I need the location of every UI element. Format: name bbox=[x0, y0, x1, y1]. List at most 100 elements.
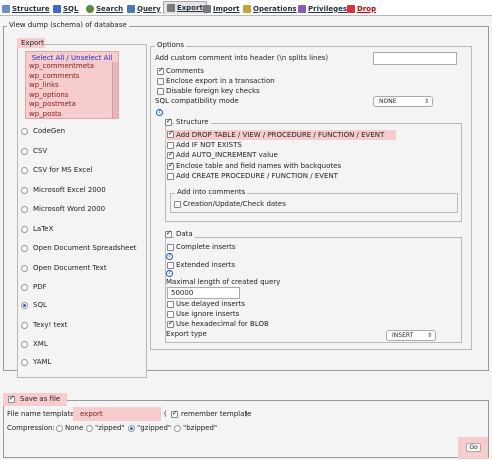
format-radio-odt[interactable] bbox=[21, 265, 28, 272]
complete-inserts-label: Complete inserts bbox=[176, 243, 236, 251]
list-item[interactable]: wp_commentmeta bbox=[26, 62, 118, 72]
format-radio-yaml[interactable] bbox=[21, 359, 28, 366]
max-length-label: Maximal length of created query bbox=[166, 278, 281, 286]
compat-select[interactable]: NONE ⇕ bbox=[373, 96, 433, 107]
paren-open: ( bbox=[164, 410, 167, 418]
transaction-checkbox[interactable] bbox=[157, 78, 164, 85]
list-scrollbar[interactable] bbox=[112, 62, 118, 118]
delayed-inserts-label: Use delayed inserts bbox=[176, 300, 246, 308]
format-radio-ods[interactable] bbox=[21, 245, 28, 252]
format-label: Open Document Spreadsheet bbox=[33, 244, 137, 252]
format-label: PDF bbox=[33, 283, 47, 291]
filename-template-label: File name template bbox=[7, 410, 75, 418]
delayed-inserts-checkbox[interactable] bbox=[167, 301, 174, 308]
custom-comment-input[interactable] bbox=[373, 52, 457, 65]
fk-checks-checkbox[interactable] bbox=[157, 88, 164, 95]
go-button[interactable]: Go bbox=[466, 443, 481, 452]
tab-sql[interactable]: SQL bbox=[53, 2, 78, 15]
data-checkbox[interactable] bbox=[165, 229, 172, 238]
tab-drop[interactable]: Drop bbox=[347, 2, 376, 15]
format-radio-sql[interactable] bbox=[21, 302, 28, 309]
format-label: CodeGen bbox=[33, 127, 66, 135]
backquotes-label: Enclose table and field names with backq… bbox=[176, 162, 342, 170]
tab-export[interactable]: Export bbox=[163, 1, 207, 14]
auto-increment-checkbox[interactable] bbox=[167, 150, 174, 159]
compression-label: Compression: bbox=[7, 424, 55, 432]
info-icon[interactable]: ? bbox=[156, 109, 163, 116]
format-radio-pdf[interactable] bbox=[21, 284, 28, 291]
info-icon[interactable]: ? bbox=[166, 253, 173, 260]
compression-radio-none[interactable] bbox=[56, 425, 63, 432]
compression-radio-gzipped[interactable] bbox=[128, 425, 135, 432]
structure-checkbox[interactable] bbox=[165, 117, 172, 126]
format-radio-word2000[interactable] bbox=[21, 206, 28, 213]
tab-search[interactable]: Search bbox=[86, 2, 123, 15]
select-all-link[interactable]: Select All / Unselect All bbox=[26, 54, 118, 62]
options-legend: Options bbox=[155, 41, 187, 49]
format-label: Microsoft Excel 2000 bbox=[33, 186, 106, 194]
add-drop-checkbox[interactable] bbox=[167, 129, 174, 138]
transaction-label: Enclose export in a transaction bbox=[166, 77, 275, 85]
tab-operations[interactable]: Operations bbox=[243, 2, 297, 15]
format-radio-latex[interactable] bbox=[21, 226, 28, 233]
hex-blob-checkbox[interactable] bbox=[167, 319, 174, 328]
creation-dates-label: Creation/Update/Check dates bbox=[183, 200, 286, 208]
tab-structure[interactable]: Structure bbox=[2, 2, 50, 15]
format-label: XML bbox=[33, 340, 48, 348]
format-label: LaTeX bbox=[33, 225, 54, 233]
chevron-updown-icon: ⇕ bbox=[423, 98, 429, 105]
format-label: SQL bbox=[33, 301, 47, 309]
structure-legend: Structure bbox=[174, 118, 211, 126]
format-label: CSV for MS Excel bbox=[33, 166, 93, 174]
ignore-inserts-checkbox[interactable] bbox=[167, 311, 174, 318]
create-proc-label: Add CREATE PROCEDURE / FUNCTION / EVENT bbox=[176, 172, 338, 180]
create-proc-checkbox[interactable] bbox=[167, 173, 174, 180]
format-label: YAML bbox=[33, 358, 52, 366]
tab-import[interactable]: Import bbox=[203, 2, 240, 15]
backquotes-checkbox[interactable] bbox=[167, 161, 174, 170]
list-item[interactable]: wp_options bbox=[26, 91, 118, 101]
compression-radio-zipped[interactable] bbox=[86, 425, 93, 432]
custom-comment-label: Add custom comment into header (\n split… bbox=[155, 54, 329, 62]
list-item[interactable]: wp_posts bbox=[26, 110, 118, 118]
creation-dates-checkbox[interactable] bbox=[174, 201, 181, 208]
save-as-file-legend: Save as file bbox=[20, 395, 61, 403]
comments-label: Comments bbox=[166, 67, 204, 75]
remember-template-checkbox[interactable] bbox=[171, 409, 178, 418]
tab-privileges[interactable]: Privileges bbox=[298, 2, 347, 15]
format-label: Open Document Text bbox=[33, 264, 107, 272]
add-into-comments-legend: Add into comments bbox=[175, 188, 248, 196]
export-type-select[interactable]: INSERT ⇕ bbox=[386, 330, 436, 341]
max-length-input[interactable]: 50000 bbox=[167, 287, 240, 299]
format-radio-csv[interactable] bbox=[21, 148, 28, 155]
list-item[interactable]: wp_postmeta bbox=[26, 100, 118, 110]
format-radio-texy[interactable] bbox=[21, 322, 28, 329]
if-not-exists-checkbox[interactable] bbox=[167, 142, 174, 149]
extended-inserts-label: Extended inserts bbox=[176, 261, 236, 269]
table-select-list[interactable]: Select All / Unselect All wp_commentmeta… bbox=[25, 51, 119, 119]
data-legend: Data bbox=[174, 230, 195, 238]
filename-input[interactable]: export bbox=[80, 410, 103, 418]
if-not-exists-label: Add IF NOT EXISTS bbox=[176, 141, 242, 149]
tab-bar: Structure SQL Search Query Export Import… bbox=[0, 0, 492, 16]
format-radio-xml[interactable] bbox=[21, 341, 28, 348]
format-radio-csv-excel[interactable] bbox=[21, 167, 28, 174]
complete-inserts-checkbox[interactable] bbox=[167, 244, 174, 251]
format-radio-excel2000[interactable] bbox=[21, 187, 28, 194]
compression-option: "zipped" bbox=[95, 424, 125, 432]
compat-label: SQL compatibility mode bbox=[155, 97, 239, 105]
ignore-inserts-label: Use ignore inserts bbox=[176, 310, 240, 318]
save-as-file-checkbox[interactable] bbox=[8, 394, 15, 403]
view-dump-title: View dump (schema) of database bbox=[7, 21, 129, 29]
comments-checkbox[interactable] bbox=[157, 66, 164, 75]
list-item[interactable]: wp_comments bbox=[26, 72, 118, 82]
query-icon bbox=[127, 4, 135, 13]
info-icon[interactable]: ? bbox=[166, 270, 173, 277]
compression-radio-bzipped[interactable] bbox=[174, 425, 181, 432]
extended-inserts-checkbox[interactable] bbox=[167, 262, 174, 269]
operations-icon bbox=[243, 4, 251, 13]
format-radio-codegen[interactable] bbox=[21, 128, 28, 135]
paren-close: ) bbox=[245, 410, 248, 418]
list-item[interactable]: wp_links bbox=[26, 81, 118, 91]
tab-query[interactable]: Query bbox=[127, 2, 161, 15]
